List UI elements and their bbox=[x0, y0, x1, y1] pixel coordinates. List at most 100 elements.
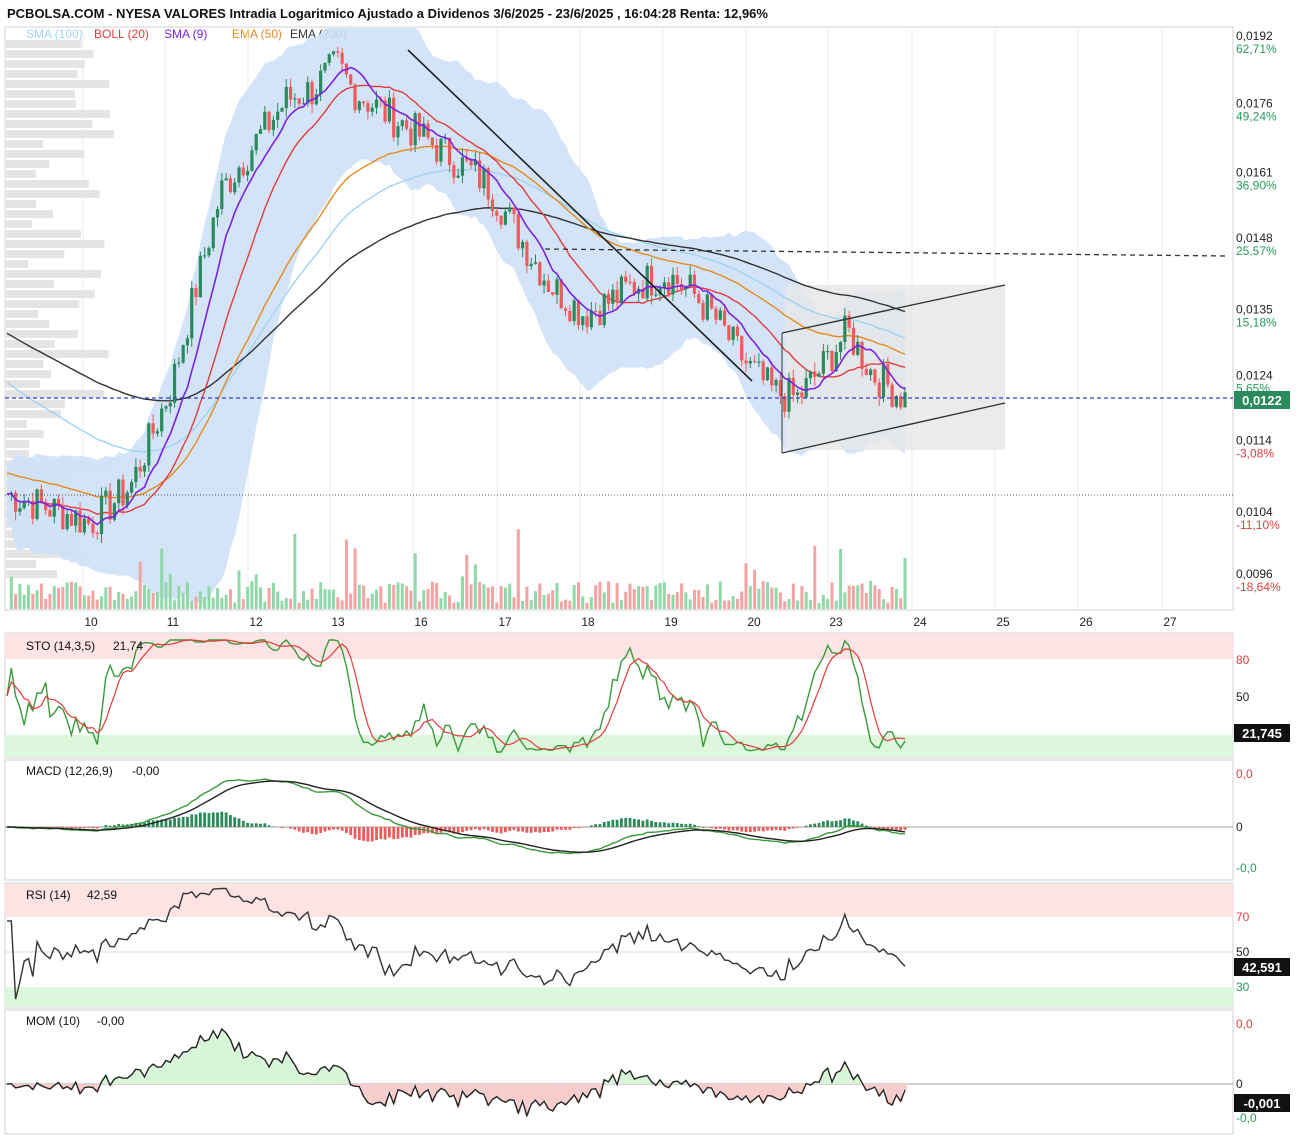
macd-level-top: 0,0 bbox=[1236, 767, 1253, 781]
mom-area-slice bbox=[490, 1084, 495, 1100]
macd-histogram-bar bbox=[783, 827, 787, 831]
volume-bar bbox=[551, 590, 555, 609]
macd-histogram-bar bbox=[873, 827, 877, 828]
macd-histogram-bar bbox=[87, 827, 91, 828]
candle-body bbox=[512, 207, 516, 215]
volume-bar bbox=[323, 589, 327, 609]
volume-bar bbox=[310, 588, 314, 609]
macd-histogram-bar bbox=[164, 819, 168, 827]
volume-bar bbox=[559, 601, 563, 609]
sto-label: STO (14,3,5) bbox=[26, 639, 95, 653]
volume-bar bbox=[405, 586, 409, 609]
macd-histogram-bar bbox=[534, 827, 537, 833]
macd-histogram-bar bbox=[568, 827, 572, 830]
volume-bar bbox=[843, 592, 847, 609]
volume-bar bbox=[684, 592, 688, 609]
candle-body bbox=[821, 351, 825, 374]
volume-bar bbox=[293, 533, 297, 609]
candle-body bbox=[258, 129, 263, 134]
price-tick: 0,0161 bbox=[1236, 166, 1273, 180]
candle-body bbox=[881, 364, 886, 398]
volume-bar bbox=[821, 594, 825, 609]
price-tick: 0,0176 bbox=[1236, 97, 1273, 111]
volume-profile-bar bbox=[6, 310, 39, 318]
volume-bar bbox=[284, 598, 288, 609]
mom-area-slice bbox=[120, 1078, 126, 1084]
legend-item: BOLL (20) bbox=[94, 27, 149, 41]
candle-body bbox=[198, 255, 202, 298]
macd-histogram-bar bbox=[327, 827, 331, 831]
mom-area-slice bbox=[533, 1084, 538, 1101]
volume-bar bbox=[224, 594, 228, 609]
volume-bar bbox=[688, 599, 692, 609]
candle-body bbox=[323, 62, 327, 71]
candle-body bbox=[851, 327, 856, 355]
candle-body bbox=[82, 518, 86, 533]
volume-bar bbox=[568, 600, 572, 609]
volume-bar bbox=[267, 588, 271, 609]
volume-profile-bar bbox=[6, 430, 44, 438]
macd-histogram-bar bbox=[211, 812, 215, 827]
candle-body bbox=[864, 368, 868, 376]
candle-body bbox=[757, 361, 761, 363]
macd-histogram-bar bbox=[615, 819, 619, 827]
volume-bar bbox=[340, 600, 344, 609]
mom-area-slice bbox=[245, 1056, 250, 1084]
volume-bar bbox=[190, 600, 194, 609]
volume-bar bbox=[336, 597, 340, 609]
date-tick: 10 bbox=[84, 615, 98, 629]
mom-area-slice bbox=[425, 1084, 431, 1090]
macd-histogram-bar bbox=[594, 824, 598, 827]
macd-histogram-bar bbox=[821, 821, 825, 827]
macd-histogram-bar bbox=[345, 827, 348, 833]
volume-profile-bar bbox=[6, 250, 65, 258]
volume-bar bbox=[521, 600, 525, 609]
mom-area-slice bbox=[520, 1084, 525, 1102]
volume-bar bbox=[357, 584, 361, 609]
macd-histogram-bar bbox=[495, 827, 499, 833]
volume-bar bbox=[413, 553, 417, 609]
macd-panel: MACD (12,26,9) -0,00 0,0 0 -0,0 bbox=[4, 759, 1257, 881]
macd-histogram-bar bbox=[74, 827, 78, 828]
mom-area-slice bbox=[451, 1084, 457, 1096]
mom-area-slice bbox=[125, 1078, 130, 1084]
macd-histogram-bar bbox=[263, 823, 267, 827]
candle-body bbox=[95, 532, 99, 535]
macd-histogram-bar bbox=[336, 827, 340, 830]
mom-area-slice bbox=[155, 1067, 160, 1084]
volume-bar bbox=[400, 583, 404, 609]
mom-area-slice bbox=[327, 1071, 332, 1084]
volume-bar bbox=[877, 588, 881, 609]
mom-area-slice bbox=[176, 1057, 182, 1084]
candle-body bbox=[164, 406, 168, 409]
candle-body bbox=[194, 288, 198, 298]
sto-level-50: 50 bbox=[1236, 690, 1250, 704]
macd-histogram-bar bbox=[113, 825, 116, 827]
volume-bar bbox=[22, 594, 26, 609]
candle-body bbox=[671, 274, 675, 295]
candle-body bbox=[594, 310, 598, 312]
candle-body bbox=[203, 255, 207, 257]
pct-tick: 62,71% bbox=[1236, 42, 1277, 56]
macd-histogram-bar bbox=[297, 827, 301, 832]
volume-profile-bar bbox=[6, 570, 58, 578]
mom-area-slice bbox=[498, 1084, 504, 1101]
date-tick: 24 bbox=[913, 615, 927, 629]
volume-bar bbox=[362, 585, 366, 609]
mom-area-slice bbox=[550, 1084, 555, 1112]
volume-bar bbox=[456, 601, 460, 609]
macd-histogram-bar bbox=[276, 827, 280, 828]
candle-body bbox=[22, 501, 26, 509]
volume-bar bbox=[619, 599, 623, 609]
volume-bar bbox=[52, 586, 56, 609]
candle-body bbox=[727, 325, 731, 341]
candle-body bbox=[263, 111, 267, 130]
pct-tick: -3,08% bbox=[1236, 447, 1274, 461]
volume-bar bbox=[39, 583, 43, 609]
candle-body bbox=[873, 369, 877, 383]
candle-body bbox=[542, 280, 546, 286]
volume-profile-bar bbox=[6, 280, 54, 288]
volume-bar bbox=[280, 600, 284, 609]
mom-area-slice bbox=[305, 1072, 310, 1084]
candle-body bbox=[688, 274, 692, 286]
